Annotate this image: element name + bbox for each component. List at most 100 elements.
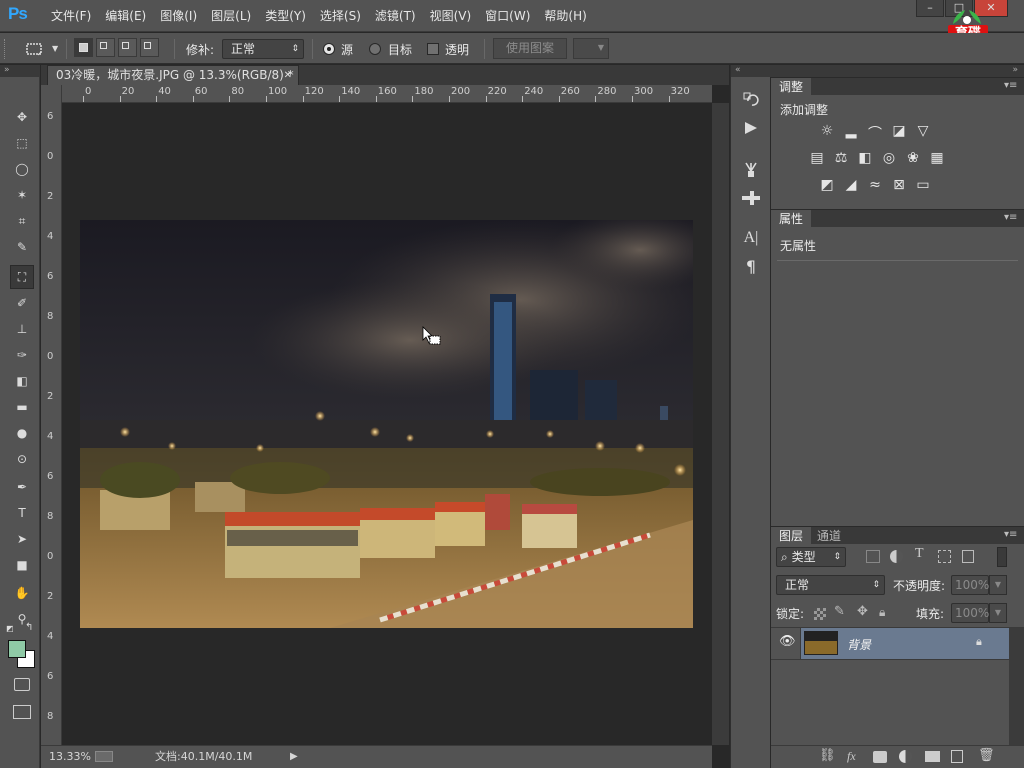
- selective-color-icon[interactable]: ⊠: [889, 177, 909, 195]
- filter-smartobject-icon[interactable]: [962, 550, 974, 563]
- posterize-icon[interactable]: ◢: [841, 177, 861, 195]
- menu-window[interactable]: 窗口(W): [478, 0, 537, 32]
- menu-select[interactable]: 选择(S): [313, 0, 368, 32]
- dock-collapse-icon[interactable]: «: [731, 65, 771, 77]
- horizontal-ruler[interactable]: 0 20 40 60 80 100 120 140 160 180 200 220 240 260 280 3…: [62, 85, 712, 103]
- fill-dropdown-icon[interactable]: ▼: [989, 603, 1007, 623]
- new-selection-button[interactable]: [74, 38, 93, 57]
- minimize-button[interactable]: –: [916, 0, 944, 17]
- lock-transparency-icon[interactable]: [814, 608, 826, 620]
- history-panel-icon[interactable]: [739, 89, 763, 111]
- black-white-icon[interactable]: ◧: [855, 150, 875, 168]
- status-export-icon[interactable]: [95, 751, 113, 762]
- options-grip[interactable]: [4, 39, 10, 59]
- tool-preset-dropdown-icon[interactable]: ▼: [52, 44, 58, 53]
- add-selection-button[interactable]: [96, 38, 115, 57]
- dodge-icon[interactable]: ⊙: [10, 447, 34, 471]
- gradient-icon[interactable]: ▬: [10, 395, 34, 419]
- document-image[interactable]: [80, 220, 693, 628]
- clone-source-icon[interactable]: [739, 187, 763, 209]
- character-panel-icon[interactable]: A|: [739, 227, 763, 249]
- layer-filter-select[interactable]: ⌕ 类型 ⇕: [776, 547, 846, 567]
- blend-mode-select[interactable]: 正常 ⇕: [776, 575, 885, 595]
- menu-layer[interactable]: 图层(L): [204, 0, 258, 32]
- hue-saturation-icon[interactable]: ▤: [807, 150, 827, 168]
- menu-view[interactable]: 视图(V): [423, 0, 479, 32]
- adjustments-menu-icon[interactable]: ▾≡: [1004, 81, 1018, 91]
- vertical-scrollbar[interactable]: [712, 103, 729, 745]
- move-icon[interactable]: ✥: [10, 105, 34, 129]
- brush-icon[interactable]: ✐: [10, 291, 34, 315]
- foreground-color-swatch[interactable]: [8, 640, 26, 658]
- new-adjustment-icon[interactable]: [899, 750, 912, 763]
- brightness-contrast-icon[interactable]: ☼: [817, 123, 837, 141]
- lock-position-icon[interactable]: ✥: [857, 604, 868, 619]
- menu-edit[interactable]: 编辑(E): [98, 0, 153, 32]
- filter-pixel-icon[interactable]: [866, 550, 880, 563]
- layer-row-background[interactable]: 👁︎ 背景 🔒︎: [771, 628, 1009, 660]
- document-tab[interactable]: 03冷暖，城市夜景.JPG @ 13.3%(RGB/8) * ✕: [47, 65, 299, 85]
- actions-panel-icon[interactable]: [739, 117, 763, 139]
- patch-tool-icon[interactable]: ⛶: [10, 265, 34, 289]
- source-radio[interactable]: [323, 43, 335, 55]
- tab-properties[interactable]: 属性: [771, 210, 812, 228]
- target-radio[interactable]: [369, 43, 381, 55]
- intersect-selection-button[interactable]: [140, 38, 159, 57]
- layer-style-icon[interactable]: fx: [847, 749, 856, 764]
- use-pattern-button[interactable]: 使用图案: [493, 38, 567, 59]
- blur-icon[interactable]: ●: [10, 421, 34, 445]
- properties-menu-icon[interactable]: ▾≡: [1004, 213, 1018, 223]
- new-layer-icon[interactable]: [951, 750, 963, 763]
- patch-mode-select[interactable]: 正常 ⇕: [222, 39, 304, 59]
- opacity-input[interactable]: 100%: [951, 575, 989, 595]
- lock-pixels-icon[interactable]: ✎: [834, 604, 845, 619]
- type-icon[interactable]: T: [10, 501, 34, 525]
- tab-layers[interactable]: 图层: [771, 527, 812, 545]
- default-colors-icon[interactable]: ◩: [6, 624, 16, 634]
- path-select-icon[interactable]: ➤: [10, 527, 34, 551]
- history-brush-icon[interactable]: ✑: [10, 343, 34, 367]
- tools-collapse-icon[interactable]: »: [0, 65, 40, 77]
- vibrance-icon[interactable]: ▽: [913, 123, 933, 141]
- invert-icon[interactable]: ◩: [817, 177, 837, 195]
- layers-menu-icon[interactable]: ▾≡: [1004, 530, 1018, 540]
- zoom-level[interactable]: 13.33%: [49, 747, 91, 767]
- delete-layer-icon[interactable]: 🗑︎: [978, 748, 995, 763]
- link-layers-icon[interactable]: ⛓︎: [819, 748, 836, 763]
- pen-icon[interactable]: ✒: [10, 475, 34, 499]
- eyedropper-icon[interactable]: ✎: [10, 235, 34, 259]
- filter-toggle[interactable]: [997, 547, 1007, 567]
- color-balance-icon[interactable]: ⚖: [831, 150, 851, 168]
- eraser-icon[interactable]: ◧: [10, 369, 34, 393]
- layer-visibility-toggle[interactable]: 👁︎: [771, 628, 801, 659]
- levels-icon[interactable]: ▂: [841, 123, 861, 141]
- threshold-icon[interactable]: ≈: [865, 177, 885, 195]
- opacity-dropdown-icon[interactable]: ▼: [989, 575, 1007, 595]
- panels-collapse-icon[interactable]: »: [771, 65, 1024, 77]
- hand-icon[interactable]: ✋: [10, 581, 34, 605]
- tab-channels[interactable]: 通道: [809, 527, 849, 545]
- tool-preset-patch-icon[interactable]: [24, 39, 44, 59]
- fill-input[interactable]: 100%: [951, 603, 989, 623]
- screen-mode-icon[interactable]: [13, 705, 31, 719]
- swap-colors-icon[interactable]: ↰: [25, 622, 33, 633]
- stamp-icon[interactable]: ⊥: [10, 317, 34, 341]
- menu-image[interactable]: 图像(I): [153, 0, 204, 32]
- transparent-checkbox[interactable]: [427, 43, 439, 55]
- channel-mixer-icon[interactable]: ❀: [903, 150, 923, 168]
- status-menu-arrow-icon[interactable]: ▶: [290, 747, 298, 767]
- brush-presets-icon[interactable]: [739, 159, 763, 181]
- menu-filter[interactable]: 滤镜(T): [368, 0, 423, 32]
- crop-icon[interactable]: ⌗: [10, 209, 34, 233]
- filter-adjustment-icon[interactable]: [890, 550, 903, 563]
- quick-mask-icon[interactable]: [14, 678, 30, 691]
- filter-shape-icon[interactable]: [938, 550, 951, 563]
- gradient-map-icon[interactable]: ▭: [913, 177, 933, 195]
- curves-icon[interactable]: ⌒: [865, 123, 885, 142]
- shape-icon[interactable]: ■: [10, 553, 34, 577]
- pattern-picker[interactable]: ▼: [573, 38, 609, 59]
- marquee-icon[interactable]: ⬚: [10, 131, 34, 155]
- menu-type[interactable]: 类型(Y): [258, 0, 313, 32]
- layers-scrollbar[interactable]: [1009, 628, 1024, 748]
- photo-filter-icon[interactable]: ◎: [879, 150, 899, 168]
